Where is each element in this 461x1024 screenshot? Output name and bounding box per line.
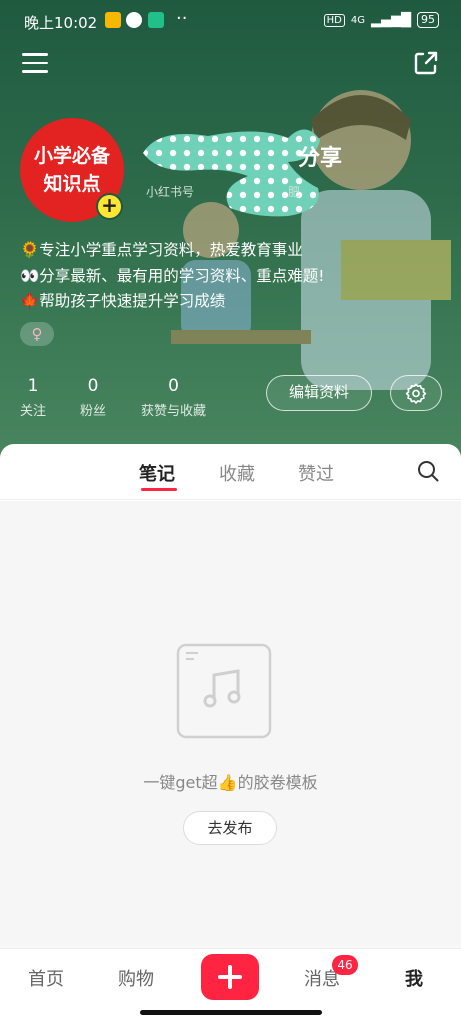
user-id-prefix: 小红书号: [146, 185, 195, 199]
stat-number: 1: [27, 376, 39, 396]
status-bar: 晚上10:02 ·· HD 4G ▂▄▆█ 95: [0, 0, 461, 42]
hd-icon: HD: [323, 13, 345, 27]
active-tab-indicator: [141, 488, 177, 491]
notes-panel: 笔记 收藏 赞过 一键get超👍的胶卷模板 去发布: [0, 444, 461, 948]
user-id: 小红书号 肥: [146, 183, 300, 200]
search-icon[interactable]: [417, 460, 439, 482]
status-dots: ··: [176, 8, 188, 29]
nav-shop[interactable]: 购物: [118, 965, 154, 991]
notification-app-icon: [105, 12, 121, 28]
stat-likes-collects[interactable]: 0 获赞与收藏: [141, 376, 206, 419]
create-post-button[interactable]: [201, 954, 259, 1000]
signal-icon: ▂▄▆█: [371, 12, 411, 28]
tab-collections[interactable]: 收藏: [219, 460, 255, 486]
bio: 🌻专注小学重点学习资料，热爱教育事业 👀分享最新、最有用的学习资料、重点难题! …: [20, 238, 325, 315]
gear-icon: [405, 383, 427, 404]
home-indicator: [140, 1010, 322, 1015]
avatar-text-line1: 小学必备: [33, 145, 110, 167]
profile-header: 晚上10:02 ·· HD 4G ▂▄▆█ 95 小学必备 知识点 + 分享 小…: [0, 0, 461, 470]
gender-female-icon: ♀: [20, 322, 54, 346]
stat-number: 0: [87, 376, 99, 396]
tab-liked[interactable]: 赞过: [298, 460, 334, 486]
username: 分享: [298, 146, 343, 171]
bio-line: 🌻专注小学重点学习资料，热爱教育事业: [20, 241, 303, 259]
stat-followers[interactable]: 0 粉丝: [80, 376, 106, 419]
empty-state: 一键get超👍的胶卷模板 去发布: [0, 501, 461, 948]
bio-line: 👀分享最新、最有用的学习资料、重点难题!: [20, 266, 325, 285]
stat-following[interactable]: 1 关注: [20, 376, 46, 419]
plus-icon: [218, 965, 242, 989]
nav-me[interactable]: 我: [405, 965, 423, 991]
status-right-group: HD 4G ▂▄▆█ 95: [323, 12, 439, 28]
profile-tabs: 笔记 收藏 赞过: [0, 444, 461, 500]
battery-icon: 95: [417, 12, 439, 28]
bio-line: 🍁帮助孩子快速提升学习成绩: [20, 292, 226, 310]
menu-icon-line: [22, 53, 48, 56]
stat-label: 粉丝: [80, 404, 107, 419]
share-icon[interactable]: [413, 50, 439, 76]
edit-profile-button[interactable]: 编辑资料: [266, 375, 372, 411]
qq-icon: [126, 12, 142, 28]
settings-button[interactable]: [390, 375, 442, 411]
avatar-add-button[interactable]: +: [96, 193, 123, 220]
stat-label: 关注: [20, 404, 47, 419]
signal-label: 4G: [350, 14, 365, 26]
tab-notes[interactable]: 笔记: [139, 460, 175, 486]
publish-button[interactable]: 去发布: [183, 811, 277, 845]
shield-icon: [148, 12, 164, 28]
music-record-icon: [176, 643, 272, 739]
status-time: 晚上10:02: [24, 14, 98, 32]
stat-label: 获赞与收藏: [141, 404, 207, 419]
menu-icon-line: [22, 61, 48, 64]
empty-state-text: 一键get超👍的胶卷模板: [143, 773, 318, 792]
nav-home[interactable]: 首页: [28, 965, 64, 991]
message-count-badge: 46: [332, 955, 358, 975]
stat-number: 0: [168, 376, 179, 396]
menu-button[interactable]: [22, 53, 48, 75]
menu-icon-line: [22, 70, 48, 73]
user-id-tail: 肥: [288, 185, 301, 199]
